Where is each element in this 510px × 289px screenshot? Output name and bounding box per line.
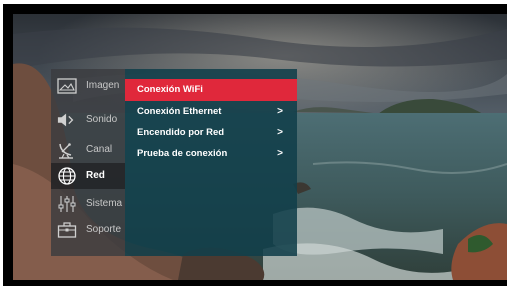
tv-frame: Imagen Sonido Canal Red Sistema Soporte … [3, 4, 507, 286]
picture-icon [57, 76, 77, 96]
category-label: Red [86, 170, 105, 181]
submenu-label: Conexión Ethernet [137, 106, 222, 117]
category-label: Imagen [86, 80, 120, 91]
category-item-imagen[interactable]: Imagen [51, 73, 125, 99]
settings-menu: Imagen Sonido Canal Red Sistema Soporte … [51, 69, 297, 256]
category-label: Canal [86, 144, 113, 155]
submenu-label: Prueba de conexión [137, 148, 228, 159]
category-panel: Imagen Sonido Canal Red Sistema Soporte [51, 69, 125, 256]
category-item-sonido[interactable]: Sonido [51, 107, 125, 133]
chevron-right-icon: > [277, 106, 283, 117]
category-label: Soporte [86, 224, 122, 235]
category-label: Sonido [86, 114, 118, 125]
toolbox-icon [57, 220, 77, 240]
submenu-item-wifi[interactable]: Conexión WiFi [125, 79, 297, 101]
speaker-icon [57, 110, 77, 130]
category-item-sistema[interactable]: Sistema [51, 191, 125, 217]
submenu-label: Encendido por Red [137, 127, 225, 138]
chevron-right-icon: > [277, 127, 283, 138]
submenu-item-connection-test[interactable]: Prueba de conexión > [125, 143, 297, 165]
submenu-item-ethernet[interactable]: Conexión Ethernet > [125, 101, 297, 123]
network-submenu: Conexión WiFi Conexión Ethernet > Encend… [125, 69, 297, 256]
submenu-label: Conexión WiFi [137, 84, 203, 95]
category-item-canal[interactable]: Canal [51, 137, 125, 163]
category-item-soporte[interactable]: Soporte [51, 217, 125, 243]
sliders-icon [57, 194, 77, 214]
category-item-red[interactable]: Red [51, 163, 125, 189]
submenu-item-wake-on-lan[interactable]: Encendido por Red > [125, 122, 297, 144]
globe-icon [57, 166, 77, 186]
satellite-dish-icon [57, 140, 77, 160]
chevron-right-icon: > [277, 148, 283, 159]
category-label: Sistema [86, 198, 123, 209]
tv-screen: Imagen Sonido Canal Red Sistema Soporte … [13, 14, 507, 280]
